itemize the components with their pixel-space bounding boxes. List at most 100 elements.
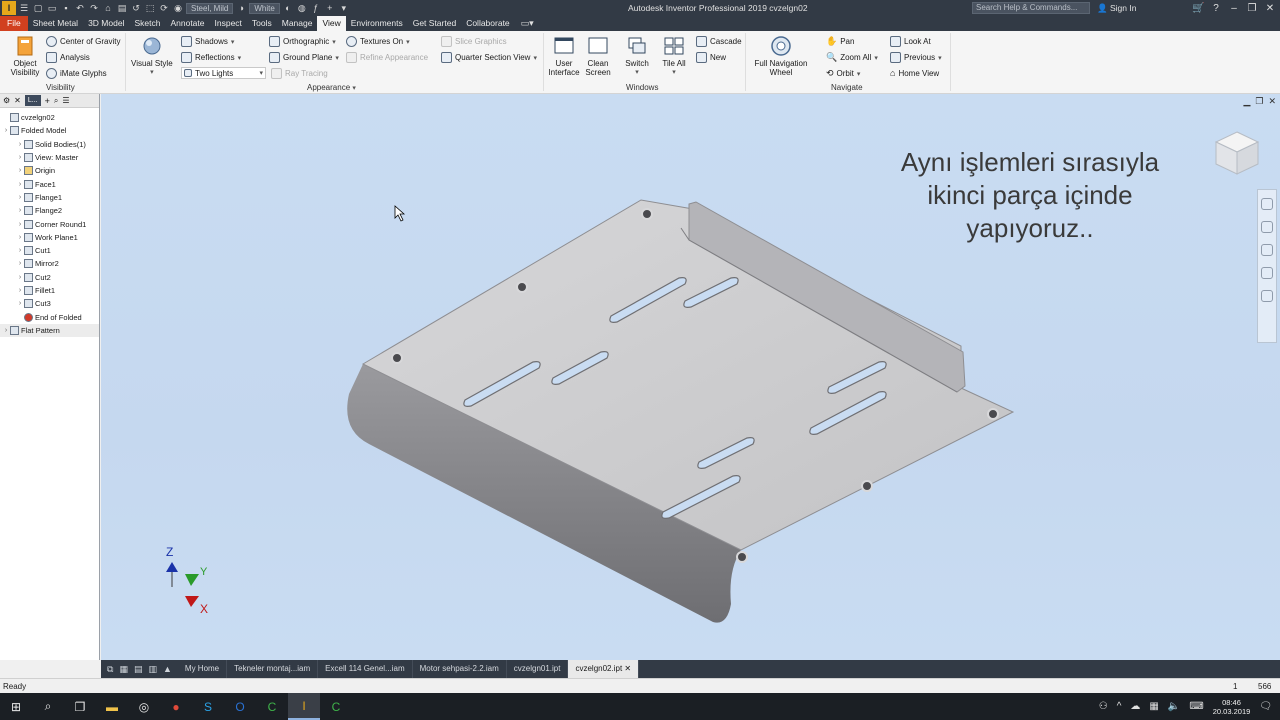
tab-options-icon[interactable]: ▭▾ [515,16,534,31]
zoom-nav-icon[interactable] [1261,244,1273,256]
browser-node[interactable]: › Origin [0,164,99,177]
quarter-section-view-button[interactable]: Quarter Section View ▾ [441,52,537,63]
textures-on-button[interactable]: Textures On ▾ [346,36,410,47]
user-interface-button[interactable]: User Interface [548,35,580,77]
graphics-viewport[interactable]: ▁ ❐ ✕ Z Y X Aynı işlemleri sırasıyla iki… [101,94,1280,660]
expand-chevron-icon[interactable]: › [16,234,24,241]
expand-chevron-icon[interactable]: › [16,194,24,201]
adjust-icon[interactable]: ◍ [296,2,308,14]
view-cube[interactable] [1212,128,1262,178]
orthographic-button[interactable]: Orthographic ▾ [269,36,336,47]
browser-menu-icon[interactable]: ☰ [62,96,69,105]
cascade-button[interactable]: Cascade [696,36,742,47]
restore-button[interactable]: ❐ [1246,3,1258,14]
return-icon[interactable]: ↺ [130,2,142,14]
browser-node[interactable]: › Face1 [0,177,99,190]
network-icon[interactable]: ▦ [1149,701,1158,712]
inventor-taskbar-icon[interactable]: I [288,693,320,720]
tab-environments[interactable]: Environments [346,16,408,31]
browser-node[interactable]: › Flat Pattern [0,323,99,338]
look-at-nav-icon[interactable] [1261,290,1273,302]
update-icon[interactable]: ⟳ [158,2,170,14]
browser-node[interactable]: › Cut1 [0,244,99,257]
document-tab[interactable]: cvzelgn01.ipt [507,660,569,678]
browser-node[interactable]: › Cut2 [0,271,99,284]
full-navigation-wheel-button[interactable]: Full Navigation Wheel [752,35,810,77]
plus-icon[interactable]: + [324,2,336,14]
pan-icon[interactable] [1261,221,1273,233]
save-icon[interactable]: ▪ [60,2,72,14]
document-tab[interactable]: Motor sehpasi-2.2.iam [413,660,507,678]
skype-icon[interactable]: S [192,693,224,720]
clean-screen-button[interactable]: Clean Screen [584,35,612,77]
ground-plane-button[interactable]: Ground Plane ▾ [269,52,339,63]
start-windows-icon[interactable]: ⊞ [0,693,32,720]
tab-sketch[interactable]: Sketch [129,16,165,31]
zoom-all-button[interactable]: 🔍 Zoom All ▾ [826,52,878,63]
expand-chevron-icon[interactable]: › [16,221,24,228]
browser-tab[interactable]: L... [24,95,41,106]
open-documents-icon[interactable]: ▲ [163,664,172,675]
onedrive-icon[interactable]: ☁ [1130,701,1140,712]
expand-chevron-icon[interactable]: › [16,167,24,174]
steering-wheel-icon[interactable] [1261,198,1273,210]
refine-appearance-button[interactable]: Refine Appearance [346,52,428,63]
expand-chevron-icon[interactable]: › [16,300,24,307]
browser-node[interactable]: › Flange1 [0,191,99,204]
expand-chevron-icon[interactable]: › [16,141,24,148]
expand-chevron-icon[interactable]: › [16,287,24,294]
browser-search-icon[interactable]: ⌕ [54,96,58,106]
browser-node[interactable]: End of Folded [0,310,99,323]
ray-tracing-button[interactable]: Ray Tracing [271,68,328,79]
tab-annotate[interactable]: Annotate [165,16,209,31]
sign-in-link[interactable]: 👤 Sign In [1097,3,1136,14]
browser-node[interactable]: › Work Plane1 [0,231,99,244]
keyboard-icon[interactable]: ⌨ [1189,701,1203,712]
tab-file[interactable]: File [0,16,28,31]
object-visibility-button[interactable]: Object Visibility [8,35,42,77]
expand-chevron-icon[interactable]: › [16,181,24,188]
tab-inspect[interactable]: Inspect [210,16,247,31]
tab-sheet-metal[interactable]: Sheet Metal [28,16,83,31]
tile-vertical-icon[interactable]: ▥ [148,664,157,675]
task-view-icon[interactable]: ❐ [64,693,96,720]
expand-chevron-icon[interactable]: › [2,327,10,334]
qat-dropdown-icon[interactable]: ▾ [338,2,350,14]
visual-style-button[interactable]: Visual Style ▾ [131,35,173,77]
print-icon[interactable]: ▤ [116,2,128,14]
material-combo[interactable]: Steel, Mild [186,2,234,14]
cart-icon[interactable]: 🛒 [1192,3,1204,14]
inventor-logo-icon[interactable]: I [2,1,16,15]
chrome-icon[interactable]: ● [160,693,192,720]
shadows-button[interactable]: Shadows ▾ [181,36,234,47]
browser-node[interactable]: › Corner Round1 [0,217,99,230]
browser-node[interactable]: › Cut3 [0,297,99,310]
volume-icon[interactable]: 🔈 [1168,701,1180,712]
expand-chevron-icon[interactable]: › [2,127,10,134]
tab-manage[interactable]: Manage [277,16,318,31]
expand-chevron-icon[interactable]: › [16,154,24,161]
taskbar-search-icon[interactable]: ⌕ [32,693,64,720]
tab-get-started[interactable]: Get Started [408,16,461,31]
document-tab[interactable]: Excell 114 Genel...iam [318,660,413,678]
document-tab[interactable]: Tekneler montaj...iam [227,660,319,678]
previous-view-button[interactable]: Previous ▾ [890,52,942,63]
tile-all-button[interactable]: Tile All ▾ [659,35,689,77]
people-icon[interactable]: ⚇ [1099,701,1108,712]
camtasia-icon[interactable]: C [256,693,288,720]
select-icon[interactable]: ⬚ [144,2,156,14]
reflections-button[interactable]: Reflections ▾ [181,52,241,63]
center-of-gravity-button[interactable]: Center of Gravity [46,36,120,47]
analysis-button[interactable]: Analysis [46,52,90,63]
menu-icon[interactable]: ☰ [18,2,30,14]
close-tab-icon[interactable]: ✕ [622,664,631,673]
orbit-button[interactable]: ⟲ Orbit ▾ [826,68,860,79]
minimize-button[interactable]: – [1228,3,1240,14]
help-search-input[interactable]: Search Help & Commands... [972,2,1090,14]
open-folder-icon[interactable]: ▭ [46,2,58,14]
close-button[interactable]: ✕ [1264,3,1276,14]
tab-view[interactable]: View [317,16,346,31]
redo-icon[interactable]: ↷ [88,2,100,14]
help-icon[interactable]: ? [1210,3,1222,14]
tab-tools[interactable]: Tools [247,16,277,31]
